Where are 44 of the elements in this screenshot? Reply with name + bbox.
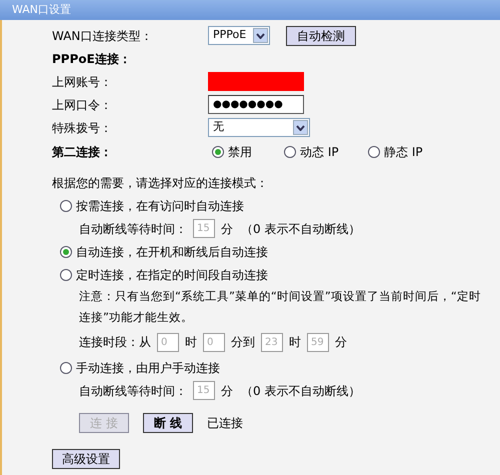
radio-button[interactable] bbox=[60, 268, 72, 280]
detect-button[interactable]: 自动检测 bbox=[286, 26, 356, 46]
option-label: 按需连接，在有访问时自动连接 bbox=[76, 198, 244, 214]
field-label: 上网账号： bbox=[52, 74, 113, 90]
field-label: 自动断线等待时间： bbox=[79, 382, 187, 400]
radio-button[interactable] bbox=[368, 146, 380, 158]
option-label: 静态 IP bbox=[384, 144, 423, 161]
prompt-text: 根据您的需要，请选择对应的连接模式： bbox=[52, 174, 268, 192]
radio-button[interactable] bbox=[60, 362, 72, 374]
field-label: 时 bbox=[185, 334, 197, 351]
type-dropdown[interactable]: PPPoE bbox=[208, 26, 270, 45]
caret-icon bbox=[293, 120, 308, 135]
status-text: 已连接 bbox=[207, 415, 244, 432]
dial-dropdown[interactable]: 无 bbox=[208, 118, 310, 137]
note-text: 注意：只有当您到“系统工具”菜单的“时间设置”项设置了当前时间后，“定时连接”功能才能生效。 bbox=[79, 288, 482, 326]
option-label: 禁用 bbox=[228, 144, 252, 161]
radio-button[interactable] bbox=[60, 246, 72, 258]
field-label: 第二连接： bbox=[52, 144, 113, 161]
radio-button[interactable] bbox=[284, 146, 296, 158]
field-label: 自动断线等待时间： bbox=[79, 220, 187, 238]
field-label: WAN口连接类型： bbox=[52, 28, 154, 44]
password-field[interactable]: ●●●●●●●● bbox=[208, 95, 304, 114]
caret-icon bbox=[253, 28, 268, 43]
hint-text: （0 表示不自动断线） bbox=[241, 220, 360, 238]
section-heading: PPPoE连接： bbox=[52, 50, 131, 68]
radio-button[interactable] bbox=[60, 200, 72, 212]
hint-text: （0 表示不自动断线） bbox=[241, 382, 360, 400]
option-label: 自动连接，在开机和断线后自动连接 bbox=[76, 244, 268, 260]
option-label: 动态 IP bbox=[300, 144, 339, 161]
field-label: 时 bbox=[289, 334, 301, 351]
unit-label: 分 bbox=[221, 220, 233, 238]
account-field[interactable] bbox=[208, 72, 304, 91]
field-label: 连接时段：从 bbox=[79, 334, 151, 351]
advanced-button[interactable]: 高级设置 bbox=[52, 449, 120, 469]
field-label: 上网口令： bbox=[52, 96, 113, 114]
unit-label: 分 bbox=[221, 382, 233, 400]
field-label: 特殊拨号： bbox=[52, 120, 113, 136]
radio-button[interactable] bbox=[212, 146, 224, 158]
option-label: 手动连接，由用户手动连接 bbox=[76, 360, 220, 376]
window-title: WAN口设置 bbox=[0, 0, 500, 20]
field-label: 分到 bbox=[231, 334, 255, 351]
field-label: 分 bbox=[335, 334, 347, 351]
action-button[interactable]: 断 线 bbox=[142, 413, 194, 433]
option-label: 定时连接，在指定的时间段自动连接 bbox=[76, 266, 268, 284]
